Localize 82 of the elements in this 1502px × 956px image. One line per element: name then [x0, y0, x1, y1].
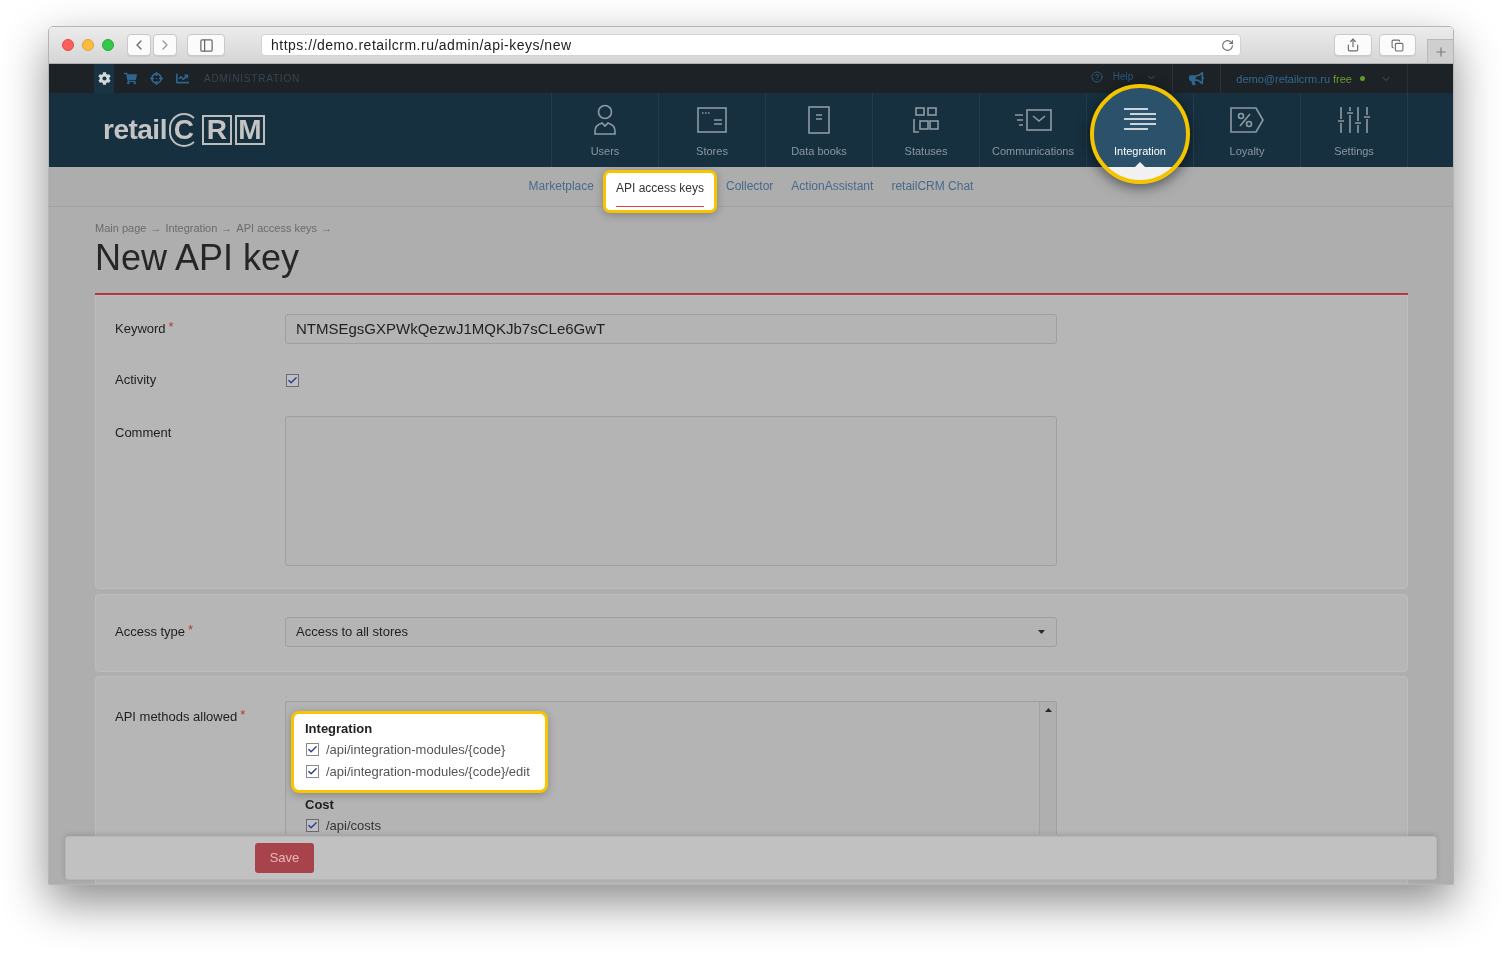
maximize-window-icon[interactable]	[102, 39, 114, 51]
field-label: Access type	[115, 623, 186, 641]
selected-pointer-icon	[1135, 162, 1145, 167]
settings-button[interactable]	[94, 64, 114, 93]
check-icon	[287, 374, 298, 386]
sliders-icon	[1338, 106, 1370, 134]
reload-icon[interactable]	[1221, 38, 1234, 52]
sidebar-icon	[198, 37, 214, 53]
nav-item[interactable]: Communications	[980, 93, 1086, 167]
page-title: New API key	[95, 238, 301, 278]
field-label: API methods allowed	[115, 708, 238, 726]
save-button[interactable]: Save	[255, 843, 314, 873]
breadcrumb-separator: →	[150, 221, 162, 235]
nav-item[interactable]: Loyalty	[1194, 93, 1300, 167]
person-icon	[593, 104, 617, 136]
method-group-heading: Integration	[305, 720, 374, 738]
tabs-icon	[1391, 38, 1404, 52]
scroll-up-arrow-icon[interactable]	[1044, 708, 1052, 712]
megaphone-icon	[1189, 71, 1205, 86]
breadcrumb-link[interactable]: Main page	[95, 221, 147, 235]
method-path: /api/integration-modules/{code}	[326, 741, 506, 757]
breadcrumb-link[interactable]: Integration	[165, 221, 218, 235]
plus-icon	[1433, 44, 1448, 59]
line-chart-icon	[175, 72, 189, 85]
field-label: Activity	[115, 371, 157, 389]
nav-item[interactable]: Statuses	[873, 93, 979, 167]
tabs-button[interactable]	[1379, 34, 1416, 56]
address-bar[interactable]: https://demo.retailcrm.ru/admin/api-keys/new	[261, 34, 1241, 56]
required-mark: *	[240, 708, 246, 722]
api-methods-list[interactable]: Integration /api/integration-modules/{code} /api/integration-modules/{code}/edit Cost /api/costs	[285, 701, 1057, 834]
keyword-input[interactable]: NTMSEgsGXPWkQezwJ1MQKJb7sCLe6GwT	[285, 314, 1057, 344]
access-type-select[interactable]: Access to all stores	[285, 617, 1057, 647]
sidebar-button[interactable]	[187, 34, 225, 56]
url-text: https://demo.retailcrm.ru/admin/api-keys/new	[271, 36, 572, 54]
field-label: Comment	[115, 424, 172, 442]
forward-button[interactable]	[153, 34, 177, 56]
caret-down-icon	[1038, 630, 1045, 634]
field-label: Keyword	[115, 320, 166, 338]
share-button[interactable]	[1334, 34, 1372, 56]
check-icon	[307, 765, 318, 777]
crosshair-icon	[149, 72, 163, 85]
back-button[interactable]	[127, 34, 151, 56]
close-window-icon[interactable]	[62, 39, 74, 51]
share-icon	[1346, 38, 1360, 52]
required-mark: *	[168, 320, 174, 334]
lines-icon	[1123, 108, 1157, 132]
nav-item[interactable]: Users	[552, 93, 658, 167]
logo[interactable]: retail C R M	[103, 113, 265, 147]
sub-nav-tab[interactable]: API access keys	[602, 170, 717, 213]
method-path: /api/integration-modules/{code}/edit	[326, 763, 530, 779]
check-icon	[307, 743, 318, 755]
breadcrumb-separator: →	[221, 221, 233, 235]
grid-icon	[913, 107, 939, 133]
cart-icon	[123, 72, 137, 85]
scrollbar[interactable]	[1039, 702, 1056, 834]
breadcrumb-separator: →	[321, 221, 333, 235]
sub-nav-tab[interactable]: retailCRM Chat	[882, 177, 983, 195]
sub-nav-tab[interactable]: ActionAssistant	[782, 177, 883, 195]
checkbox[interactable]	[306, 764, 319, 778]
sub-nav-tab[interactable]: Marketplace	[519, 177, 603, 195]
document-icon	[808, 106, 830, 134]
user-email: demo@retailcrm.ru	[1236, 71, 1331, 86]
nav-item[interactable]: Settings	[1301, 93, 1407, 167]
sub-nav-tab[interactable]: Collector	[717, 177, 783, 195]
required-mark: *	[188, 623, 194, 637]
settings-icon	[97, 72, 111, 85]
minimize-window-icon[interactable]	[82, 39, 94, 51]
checkbox[interactable]	[286, 373, 299, 387]
checkbox[interactable]	[306, 818, 319, 832]
method-path: /api/costs	[326, 817, 381, 833]
new-tab-button[interactable]	[1427, 39, 1453, 63]
envelope-icon	[1014, 109, 1052, 131]
percent-tag-icon	[1230, 107, 1264, 133]
checkbox[interactable]	[306, 742, 319, 756]
breadcrumb-link[interactable]: API access keys	[236, 221, 318, 235]
help-icon	[1090, 71, 1103, 83]
check-icon	[307, 819, 318, 831]
nav-item[interactable]: Stores	[659, 93, 765, 167]
nav-item[interactable]: Data books	[766, 93, 872, 167]
window-icon	[697, 107, 727, 133]
plan-label: free	[1333, 71, 1352, 86]
method-group-heading: Cost	[305, 796, 335, 814]
